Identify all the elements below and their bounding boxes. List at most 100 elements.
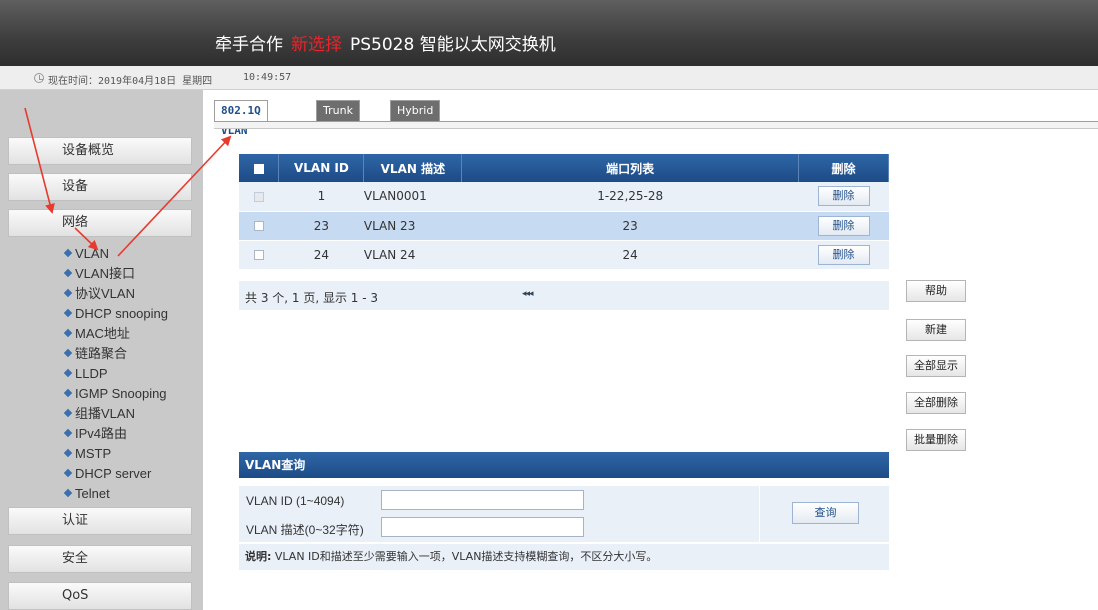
menu-device-overview[interactable]: 设备概览 [8, 137, 192, 165]
submenu-telnet[interactable]: Telnet [63, 484, 168, 504]
bullet-icon [63, 408, 73, 418]
submenu-label: 协议VLAN [75, 286, 135, 301]
tab-trunk-port[interactable]: Trunk端口 [316, 100, 360, 137]
vlan-desc-cell: VLAN 24 [363, 240, 462, 270]
bullet-icon [63, 248, 73, 258]
submenu-label: MAC地址 [75, 326, 130, 341]
help-button[interactable]: 帮助 [906, 280, 966, 302]
submenu-dhcp-server[interactable]: DHCP server [63, 464, 168, 484]
delete-button[interactable]: 删除 [817, 244, 870, 265]
bullet-icon [63, 348, 73, 358]
new-choice-slogan: 新选择 [291, 35, 342, 55]
delete-button[interactable]: 删除 [817, 186, 870, 207]
submenu-label: Telnet [75, 486, 110, 501]
submenu-label: DHCP snooping [75, 306, 168, 321]
submenu-label: IGMP Snooping [75, 386, 167, 401]
vlan-id-label: VLAN ID (1~4094) [246, 494, 345, 508]
table-row: 23 VLAN 23 23 删除 [239, 211, 889, 241]
query-note: 说明: VLAN ID和描述至少需要输入一项，VLAN描述支持模糊查询，不区分大… [239, 544, 889, 570]
clock-icon [34, 73, 44, 83]
row-checkbox[interactable] [253, 221, 264, 231]
pagination-summary: 共 3 个, 1 页, 显示 1 - 3 [245, 291, 379, 305]
vlan-query-title: VLAN查询 [239, 452, 889, 478]
page-nav-icon[interactable]: ◂◂◂ [522, 289, 534, 299]
submenu-label: VLAN接口 [75, 266, 135, 281]
delete-button[interactable]: 删除 [817, 215, 870, 236]
submenu-label: LLDP [75, 366, 108, 381]
query-button[interactable]: 查询 [792, 502, 859, 524]
pagination-bar: 共 3 个, 1 页, 显示 1 - 3 ◂◂◂ [239, 281, 889, 310]
row-checkbox-cell [239, 240, 279, 270]
header-title: 牵手合作 新选择 PS5028 智能以太网交换机 [215, 30, 556, 55]
sidebar: 设备概览 设备 网络 VLAN VLAN接口 协议VLAN DHCP snoop… [0, 90, 203, 610]
submenu-label: VLAN [75, 246, 109, 261]
col-delete: 删除 [798, 154, 889, 182]
tab-hybrid-port[interactable]: Hybrid端口 [390, 100, 441, 137]
network-submenu: VLAN VLAN接口 协议VLAN DHCP snooping MAC地址 链… [63, 244, 168, 504]
table-row: 24 VLAN 24 24 删除 [239, 240, 889, 270]
submenu-label: MSTP [75, 446, 112, 461]
tab-divider [214, 121, 1098, 129]
select-all-checkbox[interactable] [253, 163, 264, 174]
submenu-mstp[interactable]: MSTP [63, 444, 168, 464]
query-action-cell: 查询 [759, 486, 889, 542]
batch-delete-button[interactable]: 批量删除 [906, 429, 966, 451]
submenu-protocol-vlan[interactable]: 协议VLAN [63, 284, 168, 304]
row-checkbox-cell [239, 182, 279, 212]
bullet-icon [63, 448, 73, 458]
port-list-cell: 1-22,25-28 [461, 182, 799, 212]
submenu-vlan-interface[interactable]: VLAN接口 [63, 264, 168, 284]
time-bar: 现在时间：2019年04月18日 星期四 10:49:57 [0, 66, 1098, 90]
submenu-label: DHCP server [75, 466, 152, 481]
vlan-desc-cell: VLAN 23 [363, 211, 462, 241]
vlan-id-cell: 1 [278, 182, 364, 212]
product-name: PS5028 智能以太网交换机 [350, 35, 556, 55]
current-date: 现在时间：2019年04月18日 星期四 [48, 76, 213, 87]
row-checkbox-cell [239, 211, 279, 241]
select-all-header [239, 154, 280, 182]
table-row: 1 VLAN0001 1-22,25-28 删除 [239, 182, 889, 212]
bullet-icon [63, 268, 73, 278]
submenu-lldp[interactable]: LLDP [63, 364, 168, 384]
bullet-icon [63, 488, 73, 498]
row-checkbox[interactable] [253, 250, 264, 260]
submenu-igmp-snooping[interactable]: IGMP Snooping [63, 384, 168, 404]
bullet-icon [63, 288, 73, 298]
col-vlan-id: VLAN ID [278, 154, 365, 182]
submenu-vlan[interactable]: VLAN [63, 244, 168, 264]
vlan-query-form: VLAN ID (1~4094) VLAN 描述(0~32字符) [239, 486, 759, 542]
show-all-button[interactable]: 全部显示 [906, 355, 966, 377]
vlan-desc-label: VLAN 描述(0~32字符) [246, 523, 364, 537]
submenu-multicast-vlan[interactable]: 组播VLAN [63, 404, 168, 424]
note-prefix: 说明: [245, 550, 272, 563]
bullet-icon [63, 428, 73, 438]
brand-slogan: 牵手合作 [215, 35, 283, 55]
submenu-dhcp-snooping[interactable]: DHCP snooping [63, 304, 168, 324]
menu-authentication[interactable]: 认证 [8, 507, 192, 535]
submenu-mac-address[interactable]: MAC地址 [63, 324, 168, 344]
delete-cell: 删除 [798, 240, 889, 270]
current-time: 10:49:57 [243, 72, 292, 83]
delete-all-button[interactable]: 全部删除 [906, 392, 966, 414]
menu-security[interactable]: 安全 [8, 545, 192, 573]
row-checkbox [253, 191, 264, 202]
menu-device[interactable]: 设备 [8, 173, 192, 201]
vlan-desc-cell: VLAN0001 [363, 182, 462, 212]
vlan-id-cell: 23 [278, 211, 364, 241]
col-port-list: 端口列表 [461, 154, 799, 182]
menu-network[interactable]: 网络 [8, 209, 192, 237]
app-header: 牵手合作 新选择 PS5028 智能以太网交换机 [0, 0, 1098, 66]
delete-cell: 删除 [798, 182, 889, 212]
bullet-icon [63, 388, 73, 398]
menu-qos[interactable]: QoS [8, 582, 192, 610]
vlan-id-input[interactable] [381, 490, 584, 510]
col-vlan-desc: VLAN 描述 [363, 154, 463, 182]
new-button[interactable]: 新建 [906, 319, 966, 341]
bullet-icon [63, 308, 73, 318]
submenu-ipv4-routing[interactable]: IPv4路由 [63, 424, 168, 444]
submenu-link-aggregation[interactable]: 链路聚合 [63, 344, 168, 364]
tab-8021q-vlan[interactable]: 802.1Q VLAN [214, 100, 268, 137]
delete-cell: 删除 [798, 211, 889, 241]
bullet-icon [63, 328, 73, 338]
vlan-desc-input[interactable] [381, 517, 584, 537]
